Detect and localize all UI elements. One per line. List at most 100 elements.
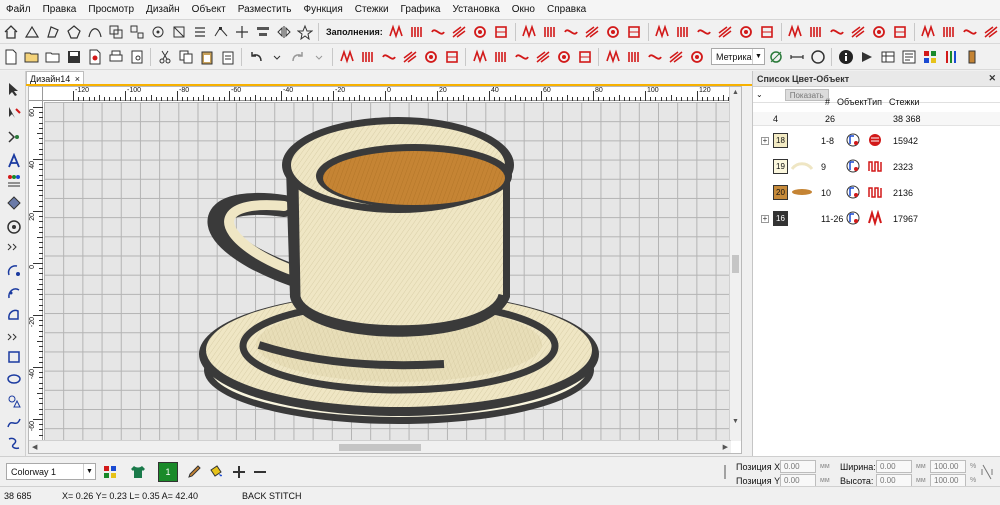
print-icon[interactable] xyxy=(106,47,125,66)
fill-type-19-icon[interactable] xyxy=(807,22,826,41)
thread-swatch[interactable]: 19 xyxy=(773,159,788,174)
design-info-icon[interactable] xyxy=(899,47,918,66)
add-color-icon[interactable] xyxy=(229,462,248,481)
fill-type-22-icon[interactable] xyxy=(870,22,889,41)
remove-color-icon[interactable] xyxy=(250,462,269,481)
menu-item-1[interactable]: Правка xyxy=(37,0,83,20)
star-icon[interactable] xyxy=(295,22,314,41)
home-icon[interactable] xyxy=(1,22,20,41)
color-row[interactable]: +16 11-26 17967 xyxy=(753,206,1000,232)
export-icon[interactable] xyxy=(85,47,104,66)
redo-icon[interactable] xyxy=(288,47,307,66)
color-row[interactable]: +18 1-8 15942 xyxy=(753,128,1000,154)
fill-type-4-icon[interactable] xyxy=(471,22,490,41)
stitch-order-icon[interactable] xyxy=(190,22,209,41)
colorway-select[interactable]: Colorway 1 ▼ xyxy=(6,463,96,480)
stitch-type-5-icon[interactable] xyxy=(442,47,461,66)
digitize-fill-icon[interactable] xyxy=(4,305,24,325)
stitch-type-13-icon[interactable] xyxy=(624,47,643,66)
cut-icon[interactable] xyxy=(155,47,174,66)
menu-item-9[interactable]: Установка xyxy=(446,0,505,20)
shirt-icon[interactable] xyxy=(128,462,147,481)
digitize-circle-icon[interactable] xyxy=(4,261,24,281)
horizontal-scrollbar[interactable]: ◀ ▶ xyxy=(29,440,731,453)
fill-type-21-icon[interactable] xyxy=(849,22,868,41)
fill-type-5-icon[interactable] xyxy=(492,22,511,41)
measure-icon[interactable] xyxy=(787,47,806,66)
stitch-type-7-icon[interactable] xyxy=(491,47,510,66)
ungroup-icon[interactable] xyxy=(127,22,146,41)
cut-path-icon[interactable] xyxy=(232,22,251,41)
lock-position-icon[interactable] xyxy=(722,461,734,483)
menu-item-6[interactable]: Функция xyxy=(298,0,349,20)
stitch-type-8-icon[interactable] xyxy=(512,47,531,66)
select-arrow-icon[interactable] xyxy=(4,79,24,99)
stitch-type-14-icon[interactable] xyxy=(645,47,664,66)
fill-type-25-icon[interactable] xyxy=(940,22,959,41)
paste-icon[interactable] xyxy=(197,47,216,66)
print-preview-icon[interactable] xyxy=(127,47,146,66)
undo-list-icon[interactable] xyxy=(267,47,286,66)
digitize-column-icon[interactable] xyxy=(4,283,24,303)
active-color-swatch[interactable]: 1 xyxy=(158,461,178,482)
group-icon[interactable] xyxy=(106,22,125,41)
scroll-up-icon[interactable]: ▲ xyxy=(732,89,739,96)
menu-item-4[interactable]: Объект xyxy=(186,0,232,20)
close-icon[interactable]: × xyxy=(75,74,80,84)
width-percent-field[interactable]: 100.00 xyxy=(930,460,966,473)
align-icon[interactable] xyxy=(253,22,272,41)
fill-type-11-icon[interactable] xyxy=(625,22,644,41)
thread-swatch[interactable]: 16 xyxy=(773,211,788,226)
menu-item-2[interactable]: Просмотр xyxy=(82,0,140,20)
coffee-cup-design[interactable] xyxy=(44,102,731,440)
eyedropper-icon[interactable] xyxy=(184,462,203,481)
text-tool-icon[interactable] xyxy=(4,151,24,171)
stitch-type-9-icon[interactable] xyxy=(533,47,552,66)
fill-type-10-icon[interactable] xyxy=(604,22,623,41)
fill-type-17-icon[interactable] xyxy=(758,22,777,41)
paint-bucket-icon[interactable] xyxy=(205,462,224,481)
reshape-icon[interactable] xyxy=(4,103,24,123)
color-row[interactable]: 19 9 2323 xyxy=(753,154,1000,180)
monogram-icon[interactable] xyxy=(4,171,24,191)
menu-item-0[interactable]: Файл xyxy=(0,0,37,20)
table-view-icon[interactable] xyxy=(878,47,897,66)
horizontal-scroll-thumb[interactable] xyxy=(339,444,421,451)
vertical-scroll-thumb[interactable] xyxy=(732,255,739,273)
hoop-icon[interactable] xyxy=(808,47,827,66)
canvas-grid[interactable] xyxy=(44,102,731,440)
scroll-down-icon[interactable]: ▼ xyxy=(732,418,739,425)
scroll-right-icon[interactable]: ▶ xyxy=(723,443,728,451)
fill-type-16-icon[interactable] xyxy=(737,22,756,41)
fill-type-27-icon[interactable] xyxy=(982,22,1000,41)
stitch-type-2-icon[interactable] xyxy=(379,47,398,66)
fill-type-12-icon[interactable] xyxy=(653,22,672,41)
show-button[interactable]: Показать xyxy=(784,88,829,101)
stitch-type-4-icon[interactable] xyxy=(421,47,440,66)
fill-type-8-icon[interactable] xyxy=(562,22,581,41)
menu-item-10[interactable]: Окно xyxy=(506,0,541,20)
stitch-type-6-icon[interactable] xyxy=(470,47,489,66)
design-canvas[interactable]: -120 -100 -80 -60 -40 -20 0 20 40 60 80 100 120 60 40… xyxy=(28,86,742,454)
expand-icon[interactable]: + xyxy=(761,215,769,223)
node-edit-icon[interactable] xyxy=(211,22,230,41)
curve-icon[interactable] xyxy=(85,22,104,41)
freehand-icon[interactable] xyxy=(4,433,24,453)
more-tools-icon[interactable] xyxy=(4,237,24,257)
appliqué-icon[interactable] xyxy=(4,193,24,213)
fill-type-3-icon[interactable] xyxy=(450,22,469,41)
color-chart-icon[interactable] xyxy=(100,462,119,481)
new-file-icon[interactable] xyxy=(1,47,20,66)
shape-tool-2-icon[interactable] xyxy=(43,22,62,41)
color-palette-icon[interactable] xyxy=(920,47,939,66)
fill-type-26-icon[interactable] xyxy=(961,22,980,41)
stitch-type-12-icon[interactable] xyxy=(603,47,622,66)
fill-type-6-icon[interactable] xyxy=(520,22,539,41)
fill-type-18-icon[interactable] xyxy=(786,22,805,41)
fill-type-14-icon[interactable] xyxy=(695,22,714,41)
node-tool-icon[interactable] xyxy=(148,22,167,41)
thread-swatch[interactable]: 18 xyxy=(773,133,788,148)
shape-tool-icon[interactable] xyxy=(22,22,41,41)
stitch-edit-icon[interactable] xyxy=(4,127,24,147)
thread-chart-icon[interactable] xyxy=(941,47,960,66)
